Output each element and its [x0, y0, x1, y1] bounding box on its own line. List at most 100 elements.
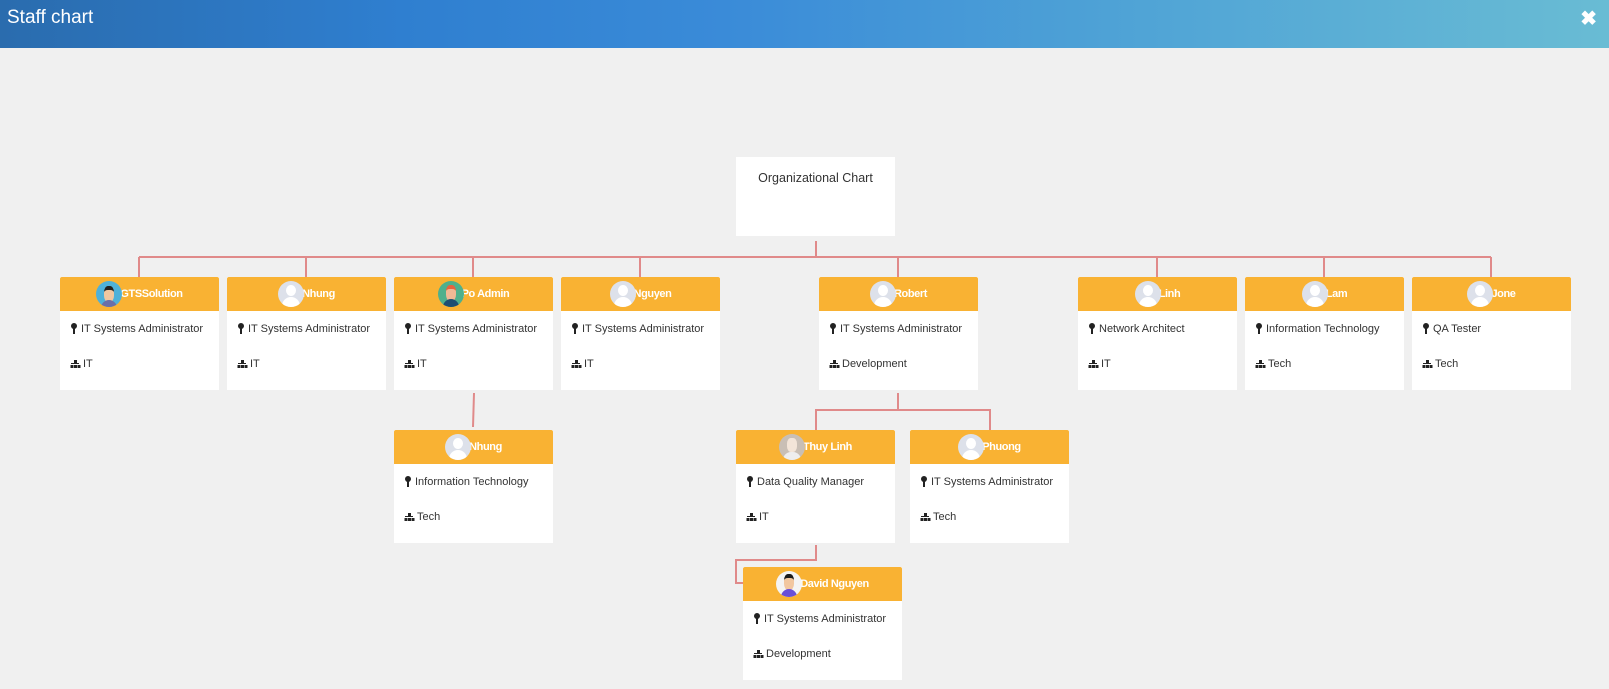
sitemap-icon [404, 359, 414, 369]
staff-name: Lam [1325, 288, 1348, 300]
avatar [776, 571, 803, 597]
card-header: David Nguyen [743, 567, 902, 601]
staff-title: Network Architect [1099, 322, 1185, 335]
staff-department: IT [1101, 358, 1111, 370]
avatar [278, 281, 305, 307]
avatar [958, 434, 985, 460]
pin-icon [404, 475, 412, 488]
pin-icon [920, 475, 928, 488]
sitemap-icon [1255, 359, 1265, 369]
avatar [869, 281, 896, 307]
root-label: Organizational Chart [758, 171, 873, 185]
pin-icon [1255, 322, 1263, 335]
staff-department: Development [842, 358, 907, 370]
pin-icon [1422, 322, 1430, 335]
card-header: Lam [1245, 277, 1404, 311]
staff-card[interactable]: Po Admin IT Systems Administrator IT [394, 277, 553, 390]
staff-department: Tech [1268, 358, 1292, 370]
staff-department: Tech [1435, 358, 1459, 370]
staff-name: Po Admin [461, 288, 510, 300]
staff-name: Robert [893, 288, 928, 300]
sitemap-icon [746, 512, 756, 522]
avatar [445, 434, 472, 460]
pin-icon [404, 322, 412, 335]
sitemap-icon [1088, 359, 1098, 369]
sitemap-icon [237, 359, 247, 369]
staff-name: Nhung [469, 441, 502, 453]
connector [815, 409, 991, 430]
staff-department: IT [759, 511, 769, 523]
staff-card[interactable]: Thuy Linh Data Quality Manager IT [736, 430, 895, 543]
staff-name: Nhung [302, 288, 335, 300]
staff-title: QA Tester [1433, 322, 1482, 335]
staff-name: Thuy Linh [803, 441, 852, 453]
card-header: Nguyen [561, 277, 720, 311]
sitemap-icon [920, 512, 930, 522]
staff-card[interactable]: Lam Information Technology Tech [1245, 277, 1404, 390]
close-icon[interactable]: ✖ [1580, 6, 1597, 31]
card-header: Robert [819, 277, 978, 311]
avatar [609, 281, 636, 307]
card-header: Linh [1078, 277, 1237, 311]
staff-title: IT Systems Administrator [582, 322, 705, 335]
sitemap-icon [571, 359, 581, 369]
staff-card[interactable]: Phuong IT Systems Administrator Tech [910, 430, 1069, 543]
avatar [96, 281, 123, 307]
staff-card[interactable]: Robert IT Systems Administrator Developm… [819, 277, 978, 390]
staff-title: IT Systems Administrator [840, 322, 963, 335]
staff-name: GTSSolution [120, 288, 183, 300]
staff-card[interactable]: Nguyen IT Systems Administrator IT [561, 277, 720, 390]
pin-icon [746, 475, 754, 488]
staff-department: Tech [417, 511, 441, 523]
staff-title: IT Systems Administrator [81, 322, 204, 335]
staff-department: IT [83, 358, 93, 370]
pin-icon [829, 322, 837, 335]
connector [472, 392, 475, 428]
pin-icon [1088, 322, 1096, 335]
staff-title: Data Quality Manager [757, 475, 864, 488]
staff-name: David Nguyen [800, 578, 869, 590]
staff-card[interactable]: David Nguyen IT Systems Administrator De… [743, 567, 902, 680]
card-header: Nhung [227, 277, 386, 311]
pin-icon [237, 322, 245, 335]
staff-title: IT Systems Administrator [248, 322, 371, 335]
sitemap-icon [829, 359, 839, 369]
card-header: Po Admin [394, 277, 553, 311]
window-titlebar: Staff chart ✖ [0, 0, 1609, 48]
card-header: Jone [1412, 277, 1571, 311]
avatar [1134, 281, 1161, 307]
staff-card[interactable]: Nhung IT Systems Administrator IT [227, 277, 386, 390]
staff-name: Phuong [982, 441, 1021, 453]
staff-card[interactable]: Jone QA Tester Tech [1412, 277, 1571, 390]
staff-title: IT Systems Administrator [415, 322, 538, 335]
staff-title: Information Technology [1266, 322, 1380, 335]
avatar [1467, 281, 1494, 307]
staff-title: IT Systems Administrator [931, 475, 1054, 488]
sitemap-icon [404, 512, 414, 522]
avatar [437, 281, 464, 307]
org-chart-root[interactable]: Organizational Chart [736, 157, 895, 236]
staff-department: IT [584, 358, 594, 370]
staff-department: Development [766, 648, 831, 660]
staff-card[interactable]: GTSSolution IT Systems Administrator IT [60, 277, 219, 390]
sitemap-icon [753, 649, 763, 659]
staff-name: Linh [1158, 288, 1181, 300]
pin-icon [753, 612, 761, 625]
staff-card[interactable]: Linh Network Architect IT [1078, 277, 1237, 390]
avatar [779, 434, 806, 460]
card-header: Phuong [910, 430, 1069, 464]
staff-department: Tech [933, 511, 957, 523]
staff-name: Nguyen [633, 288, 672, 300]
sitemap-icon [70, 359, 80, 369]
card-header: GTSSolution [60, 277, 219, 311]
staff-title: Information Technology [415, 475, 529, 488]
card-header: Thuy Linh [736, 430, 895, 464]
staff-card[interactable]: Nhung Information Technology Tech [394, 430, 553, 543]
window-title: Staff chart [7, 7, 94, 28]
pin-icon [70, 322, 78, 335]
staff-department: IT [417, 358, 427, 370]
card-header: Nhung [394, 430, 553, 464]
avatar [1301, 281, 1328, 307]
staff-title: IT Systems Administrator [764, 612, 887, 625]
sitemap-icon [1422, 359, 1432, 369]
